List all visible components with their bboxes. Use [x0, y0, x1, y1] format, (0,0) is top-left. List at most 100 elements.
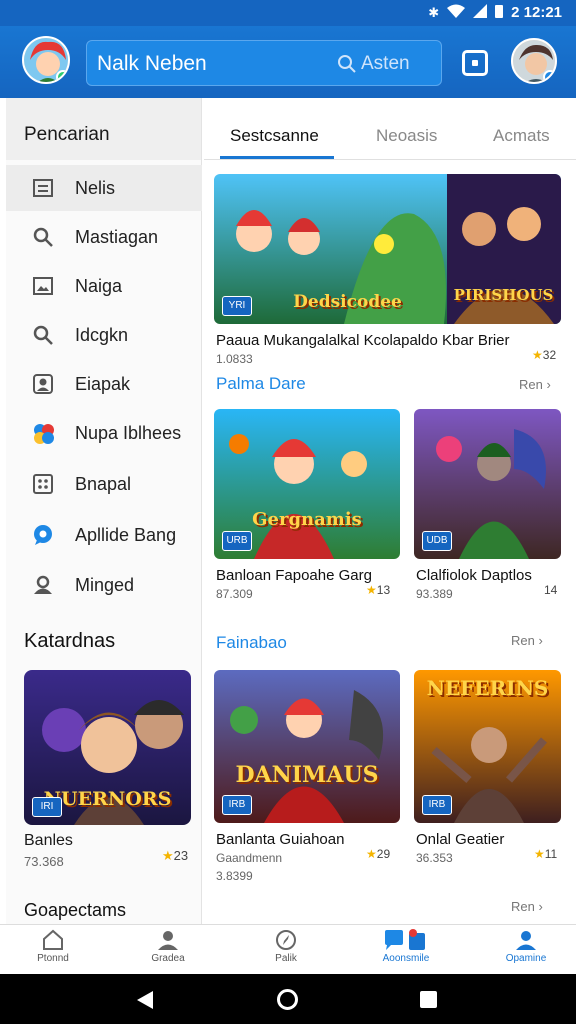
section-title: Palma Dare — [216, 374, 306, 393]
sidebar-item-label: Minged — [75, 574, 135, 595]
sidebar-item-label: Bnapal — [75, 473, 132, 494]
game-tag: URB — [222, 531, 252, 551]
multicolor-apps-icon — [32, 422, 54, 444]
system-navigation-bar — [0, 974, 576, 1024]
game-tag: IRB — [422, 795, 452, 815]
game-rating: ★11 — [534, 847, 558, 861]
nav-chat[interactable]: Aoonsmile — [358, 929, 454, 964]
sidebar-item-label: Eiapak — [75, 373, 131, 394]
tab-sestcsanne[interactable]: Sestcsanne — [230, 126, 319, 146]
see-more-link[interactable]: Ren › — [511, 633, 543, 648]
recent-apps-icon[interactable] — [420, 991, 437, 1008]
sidebar-item-bnapal[interactable]: Bnapal — [6, 461, 202, 507]
game-developer: Gaandmenn — [216, 851, 283, 865]
game-rating: ★29 — [366, 847, 391, 861]
featured-title: Paaua Mukangalalkal Kcolapaldo Kbar Brie… — [216, 332, 510, 349]
home-button-icon[interactable] — [277, 989, 298, 1010]
sidebar-item-label: Idcgkn — [75, 324, 129, 345]
featured-banner-right: PIRISHOUS — [453, 286, 554, 304]
sidebar-item-nupa-iblhees[interactable]: Nupa Iblhees — [6, 410, 202, 456]
sidebar-item-nelis[interactable]: Nelis — [6, 165, 202, 211]
compass-icon — [275, 929, 297, 951]
star-icon: ★ — [366, 847, 377, 861]
star-icon: ★ — [162, 848, 174, 863]
game-card[interactable]: Gergnamis URB — [214, 409, 400, 559]
sidebar-item-minged[interactable]: Minged — [6, 562, 202, 608]
wifi-icon — [447, 4, 466, 21]
list-icon — [32, 177, 54, 199]
status-badge — [543, 70, 555, 82]
sidebar-section-title: Katardnas — [24, 630, 116, 652]
game-card[interactable]: DANIMAUS IRB — [214, 670, 400, 823]
tab-bar: Sestcsanne Neoasis Acmats — [204, 98, 576, 160]
tab-acmats[interactable]: Acmats — [493, 126, 550, 146]
star-icon: ★ — [532, 348, 543, 362]
game-downloads: 3.8399 — [216, 869, 253, 883]
search-placeholder: Asten — [361, 53, 410, 74]
location-pin-icon — [32, 524, 54, 546]
sidebar-item-idcgkn[interactable]: Idcgkn — [6, 312, 202, 358]
nav-profile[interactable]: Gradea — [120, 929, 216, 964]
game-banner-text: DANIMAUS — [235, 762, 379, 788]
section-title: Fainabao — [216, 633, 287, 652]
online-badge — [56, 70, 68, 82]
battery-icon — [495, 4, 504, 21]
game-banner-text: Gergnamis — [252, 509, 362, 530]
sidebar-item-label: Apllide Bang — [75, 524, 177, 545]
see-more-link[interactable]: Ren › — [511, 899, 543, 914]
see-more-link[interactable]: Ren › — [519, 377, 551, 392]
nav-account[interactable]: Opamine — [478, 929, 574, 964]
sidebar-item-mastiagan[interactable]: Mastiagan — [6, 214, 202, 260]
game-downloads: 93.389 — [416, 587, 453, 601]
game-title: Banloan Fapoahe Garg — [216, 567, 372, 584]
game-tag: UDB — [422, 531, 452, 551]
dice-icon — [32, 473, 54, 495]
game-rating: 14 — [544, 583, 558, 597]
profile-icon — [157, 929, 179, 951]
game-rating: ★13 — [366, 583, 391, 597]
search-bar[interactable]: Nalk Neben Asten — [86, 40, 442, 86]
sidebar-item-label: Nelis — [75, 177, 116, 198]
game-card[interactable]: NEFERINS IRB — [414, 670, 561, 823]
star-icon: ★ — [534, 847, 545, 861]
bluetooth-icon: ✱ — [428, 4, 440, 20]
nav-explore[interactable]: Palik — [238, 929, 334, 964]
tab-neoasis[interactable]: Neoasis — [376, 126, 437, 146]
sidebar-item-label: Naiga — [75, 275, 123, 296]
sidebar-item-apllide-bang[interactable]: Apllide Bang — [6, 512, 202, 558]
game-downloads: 73.368 — [24, 854, 64, 869]
game-title: Banlanta Guiahoan — [216, 831, 345, 848]
signal-icon — [473, 4, 488, 21]
account-avatar[interactable] — [511, 38, 557, 84]
bottom-navigation: Ptonnd Gradea Palik Aoonsmile Opamine — [0, 924, 576, 974]
game-title: Onlal Geatier — [416, 831, 505, 848]
chevron-right-icon: › — [538, 899, 543, 914]
game-banner-text: NEFERINS — [426, 676, 549, 700]
game-rating: ★23 — [162, 848, 189, 863]
search-icon[interactable] — [337, 54, 357, 79]
clock: 2 12:21 — [511, 4, 562, 21]
chevron-right-icon: › — [546, 377, 551, 392]
cast-button[interactable] — [462, 50, 488, 76]
game-downloads: 36.353 — [416, 851, 453, 865]
sidebar-item-naiga[interactable]: Naiga — [6, 263, 202, 309]
back-icon[interactable] — [137, 991, 153, 1009]
sidebar-header: Pencarian — [6, 98, 201, 160]
person-icon — [32, 574, 54, 596]
app-bar: Nalk Neben Asten — [0, 26, 576, 98]
search-icon — [32, 226, 54, 248]
profile-avatar[interactable] — [22, 36, 70, 84]
sidebar-game-card[interactable]: NUERNORS IRI — [24, 670, 191, 825]
image-icon — [32, 275, 54, 297]
sidebar-item-eiapak[interactable]: Eiapak — [6, 361, 202, 407]
nav-home[interactable]: Ptonnd — [5, 929, 101, 964]
sidebar: Pencarian Nelis Mastiagan Naiga Idcgkn E… — [6, 98, 202, 924]
status-bar: ✱ 2 12:21 — [0, 0, 576, 26]
featured-game-card[interactable]: Dedsicodee PIRISHOUS YRI — [214, 174, 561, 324]
search-icon — [32, 324, 54, 346]
game-tag: IRI — [32, 797, 62, 817]
featured-downloads: 1.0833 — [216, 352, 253, 366]
sidebar-item-label: Mastiagan — [75, 226, 159, 247]
home-icon — [42, 929, 64, 951]
game-card[interactable]: UDB — [414, 409, 561, 559]
